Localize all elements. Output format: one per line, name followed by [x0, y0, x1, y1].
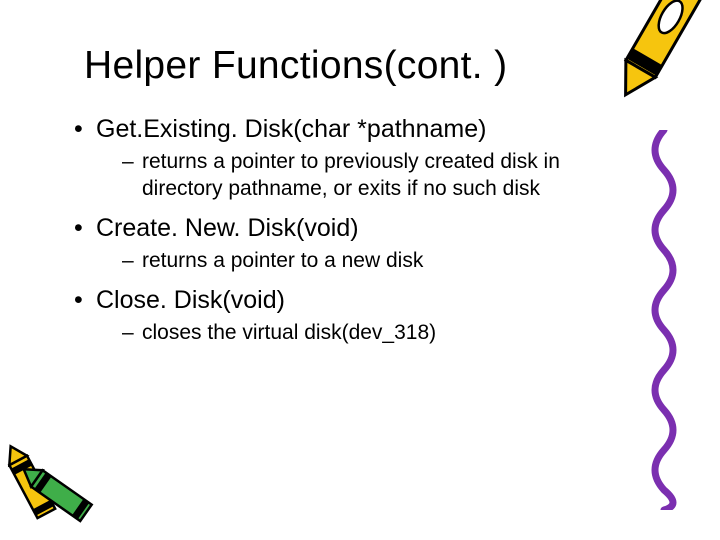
squiggle-icon: [644, 130, 684, 510]
bullet-2-text: Create. New. Disk(void): [96, 214, 359, 242]
bullet-3-sub-1: closes the virtual disk(dev_318): [122, 320, 634, 347]
bullet-3: Close. Disk(void) closes the virtual dis…: [74, 285, 634, 347]
crayon-top-right-icon: [588, 0, 708, 120]
crayons-bottom-left-icon: [4, 422, 124, 532]
page-title: Helper Functions(cont. ): [84, 44, 507, 88]
bullet-1: Get.Existing. Disk(char *pathname) retur…: [74, 114, 634, 203]
bullet-3-text: Close. Disk(void): [96, 286, 285, 314]
bullet-2: Create. New. Disk(void) returns a pointe…: [74, 213, 634, 275]
bullet-1-text: Get.Existing. Disk(char *pathname): [96, 115, 486, 143]
bullet-1-sub-1: returns a pointer to previously created …: [122, 149, 634, 203]
bullet-2-sub-1: returns a pointer to a new disk: [122, 248, 634, 275]
body-text: Get.Existing. Disk(char *pathname) retur…: [74, 114, 634, 357]
slide: Helper Functions(cont. ) Get.Existing. D…: [0, 0, 720, 540]
